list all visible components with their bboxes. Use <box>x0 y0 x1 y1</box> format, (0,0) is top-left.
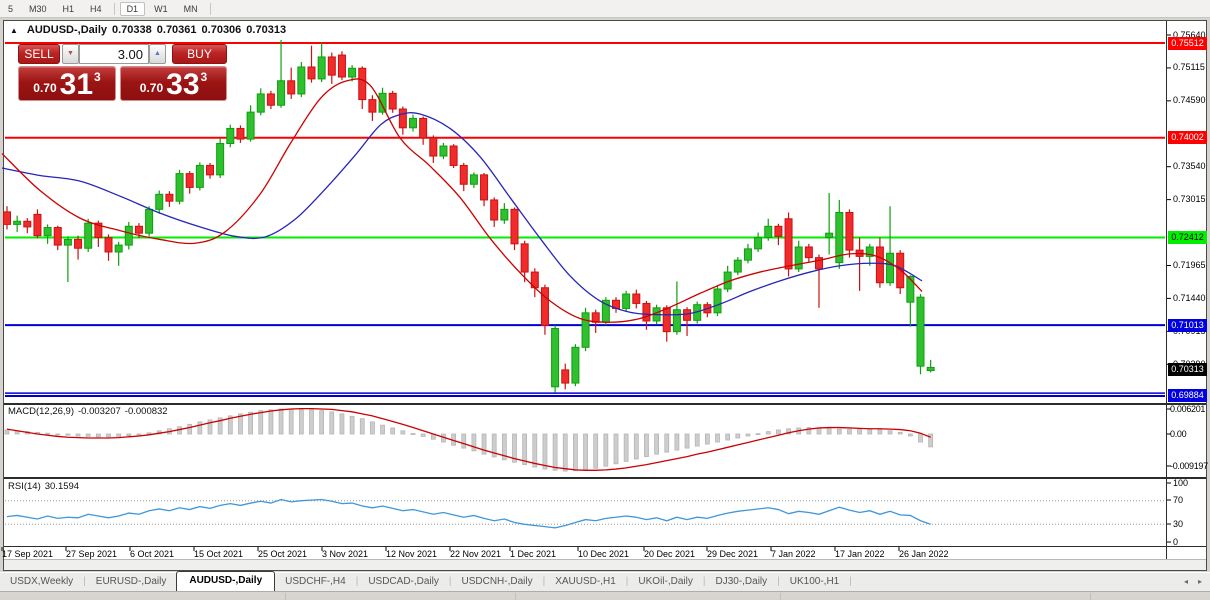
rsi-axis-tick: 0 <box>1173 537 1178 547</box>
date-axis-label: 20 Dec 2021 <box>644 549 695 559</box>
chart-tab-ukoil-daily[interactable]: UKOil-,Daily <box>628 573 702 591</box>
chevron-down-icon: ▼ <box>67 50 74 57</box>
tabs-scroll-left-icon[interactable]: ◂ <box>1184 577 1188 586</box>
date-axis-label: 12 Nov 2021 <box>386 549 437 559</box>
rsi-axis-tick: 30 <box>1173 519 1183 529</box>
price-axis-tick: 0.74590 <box>1173 95 1206 105</box>
tabs-scroll-right-icon[interactable]: ▸ <box>1198 577 1202 586</box>
symbol-label: AUDUSD-,Daily <box>27 24 107 36</box>
chart-horizontal-scrollbar[interactable] <box>4 559 1206 570</box>
sell-price-pips: 31 <box>60 70 93 100</box>
toolbar-separator <box>114 3 115 15</box>
macd-title: MACD(12,26,9) <box>8 406 74 417</box>
volume-input[interactable] <box>79 44 149 64</box>
price-level-badge: 0.74002 <box>1168 131 1207 144</box>
price-level-badge: 0.69884 <box>1168 389 1207 402</box>
rsi-axis-tick: 100 <box>1173 478 1188 488</box>
price-level-badge: 0.75512 <box>1168 37 1207 50</box>
date-axis-label: 1 Dec 2021 <box>510 549 556 559</box>
chart-tab-uk100-h1[interactable]: UK100-,H1 <box>780 573 849 591</box>
date-axis-label: 10 Dec 2021 <box>578 549 629 559</box>
sell-button[interactable]: SELL <box>18 44 60 64</box>
chevron-up-icon: ▲ <box>154 50 161 57</box>
timeframe-button-d1[interactable]: D1 <box>120 2 146 16</box>
sell-price-point: 3 <box>94 70 101 84</box>
price-axis-tick: 0.73540 <box>1173 161 1206 171</box>
price-axis-tick: 0.71440 <box>1173 293 1206 303</box>
ohlc-low: 0.70306 <box>202 24 242 36</box>
macd-signal-value: -0.000832 <box>125 406 168 417</box>
chart-tab-usdcad-daily[interactable]: USDCAD-,Daily <box>358 573 449 591</box>
volume-decrease-button[interactable]: ▼ <box>62 44 79 64</box>
timeframe-button-5[interactable]: 5 <box>1 2 20 16</box>
price-axis-tick: 0.71965 <box>1173 260 1206 270</box>
date-axis-label: 22 Nov 2021 <box>450 549 501 559</box>
macd-indicator-label: MACD(12,26,9) -0.003207 -0.000832 <box>8 406 172 417</box>
sell-price-prefix: 0.70 <box>33 81 56 100</box>
timeframe-button-mn[interactable]: MN <box>177 2 205 16</box>
price-level-badge: 0.72412 <box>1168 231 1207 244</box>
rsi-title: RSI(14) <box>8 481 41 492</box>
date-axis-label: 6 Oct 2021 <box>130 549 174 559</box>
macd-axis-tick: 0.006201 <box>1170 404 1205 414</box>
collapse-panel-icon[interactable]: ▲ <box>10 26 18 35</box>
timeframe-button-h4[interactable]: H4 <box>83 2 109 16</box>
buy-price-prefix: 0.70 <box>140 81 163 100</box>
tab-separator: | <box>849 576 852 591</box>
timeframe-button-m30[interactable]: M30 <box>22 2 54 16</box>
buy-price-display[interactable]: 0.70 33 3 <box>120 66 227 101</box>
date-axis-label: 17 Jan 2022 <box>835 549 885 559</box>
volume-increase-button[interactable]: ▲ <box>149 44 166 64</box>
ohlc-high: 0.70361 <box>157 24 197 36</box>
chart-tab-eurusd-daily[interactable]: EURUSD-,Daily <box>86 573 177 591</box>
rsi-axis-tick: 70 <box>1173 495 1183 505</box>
price-level-badge: 0.71013 <box>1168 319 1207 332</box>
buy-button[interactable]: BUY <box>172 44 227 64</box>
timeframe-button-w1[interactable]: W1 <box>147 2 175 16</box>
chart-tab-xauusd-h1[interactable]: XAUUSD-,H1 <box>545 573 626 591</box>
date-axis-label: 15 Oct 2021 <box>194 549 243 559</box>
status-bar <box>0 591 1210 599</box>
chart-tab-audusd-daily[interactable]: AUDUSD-,Daily <box>176 571 275 591</box>
buy-price-point: 3 <box>201 70 208 84</box>
date-axis-label: 25 Oct 2021 <box>258 549 307 559</box>
rsi-value: 30.1594 <box>45 481 79 492</box>
rsi-panel-splitter[interactable] <box>4 477 1206 479</box>
rsi-indicator-label: RSI(14) 30.1594 <box>8 481 83 492</box>
date-axis-label: 17 Sep 2021 <box>2 549 53 559</box>
timeframe-button-h1[interactable]: H1 <box>56 2 82 16</box>
buy-price-pips: 33 <box>166 70 199 100</box>
macd-axis-tick: -0.009197 <box>1170 461 1208 471</box>
date-axis-divider <box>4 546 1206 547</box>
macd-axis-tick: 0.00 <box>1170 429 1186 439</box>
sell-price-display[interactable]: 0.70 31 3 <box>18 66 116 101</box>
price-axis-tick: 0.73015 <box>1173 194 1206 204</box>
date-axis-label: 7 Jan 2022 <box>771 549 816 559</box>
macd-main-value: -0.003207 <box>78 406 121 417</box>
chart-title: ▲ AUDUSD-,Daily 0.70338 0.70361 0.70306 0.703… <box>10 24 291 36</box>
ohlc-open: 0.70338 <box>112 24 152 36</box>
date-axis-label: 27 Sep 2021 <box>66 549 117 559</box>
chart-tab-bar: USDX,Weekly|EURUSD-,DailyAUDUSD-,DailyUS… <box>0 572 1210 591</box>
chart-tab-usdchf-h4[interactable]: USDCHF-,H4 <box>275 573 356 591</box>
price-level-badge: 0.70313 <box>1168 363 1207 376</box>
date-axis-label: 3 Nov 2021 <box>322 549 368 559</box>
toolbar-separator <box>210 3 211 15</box>
chart-tab-usdx-weekly[interactable]: USDX,Weekly <box>0 573 83 591</box>
macd-panel-splitter[interactable] <box>4 403 1206 405</box>
chart-tab-usdcnh-daily[interactable]: USDCNH-,Daily <box>451 573 542 591</box>
ohlc-close: 0.70313 <box>246 24 286 36</box>
timeframe-toolbar: 5M30H1H4 D1W1MN <box>0 0 1210 18</box>
chart-tab-dj30-daily[interactable]: DJ30-,Daily <box>705 573 777 591</box>
date-axis-label: 29 Dec 2021 <box>707 549 758 559</box>
date-axis-label: 26 Jan 2022 <box>899 549 949 559</box>
price-axis-tick: 0.75115 <box>1173 62 1205 72</box>
